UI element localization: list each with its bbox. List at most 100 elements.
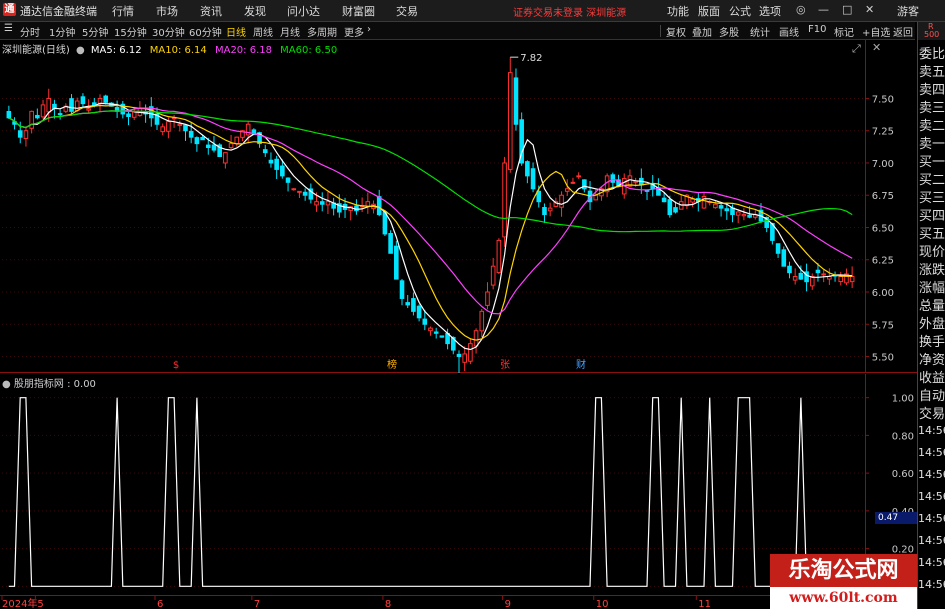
side-panel-item[interactable]: 收益 <box>919 367 945 386</box>
ma5-label: MA5: 6.12 <box>90 45 142 56</box>
menu-quotes[interactable]: 行情 <box>112 3 134 19</box>
menu-options[interactable]: 选项 <box>759 3 781 19</box>
period-daily[interactable]: 日线 <box>226 24 246 39</box>
candle-body <box>502 162 507 238</box>
close-icon[interactable]: ✕ <box>865 3 874 16</box>
app-logo-icon: 通 <box>3 3 16 16</box>
side-panel-item[interactable]: 买三 <box>919 187 945 206</box>
f10-button[interactable]: F10 <box>808 24 826 35</box>
candle-body <box>183 124 188 132</box>
candle-body <box>490 265 496 286</box>
ma5-line <box>8 102 853 351</box>
adjust-button[interactable]: 复权 <box>666 24 686 39</box>
period-15min[interactable]: 15分钟 <box>114 24 147 39</box>
candle-body <box>610 174 616 183</box>
side-panel-item[interactable]: 外盘 <box>919 313 945 332</box>
menu-formula[interactable]: 公式 <box>729 3 751 19</box>
watermark-logo: 乐淘公式网 <box>770 554 917 587</box>
side-panel-item[interactable]: 涨幅 <box>919 277 945 296</box>
period-monthly[interactable]: 月线 <box>280 24 300 39</box>
period-more[interactable]: 更多 <box>344 24 364 39</box>
back-button[interactable]: 返回 <box>893 24 913 39</box>
period-30min[interactable]: 30分钟 <box>152 24 185 39</box>
indicator-title[interactable]: 股朋指标网 : 0.00 <box>14 379 96 390</box>
side-panel-item[interactable]: 涨跌 <box>919 259 945 278</box>
date-label: 2024年 <box>2 597 37 609</box>
candle-body <box>530 168 536 190</box>
candle-body <box>582 179 587 190</box>
add-watchlist-button[interactable]: +自选 <box>862 24 890 39</box>
side-panel-item[interactable]: 卖五 <box>919 61 945 80</box>
candle-body <box>564 188 570 192</box>
candle-body <box>376 196 382 216</box>
draw-button[interactable]: 画线 <box>779 24 799 39</box>
side-panel-item[interactable]: 净资 <box>919 349 945 368</box>
chevron-right-icon[interactable]: › <box>367 24 371 35</box>
period-timeshare[interactable]: 分时 <box>20 24 40 39</box>
side-panel-item[interactable]: 买二 <box>919 169 945 188</box>
candle-body <box>485 291 490 306</box>
menu-functions[interactable]: 功能 <box>667 3 689 19</box>
candle-body <box>6 111 12 119</box>
side-panel-item[interactable]: 委比 <box>919 43 945 62</box>
candle-body <box>473 330 479 347</box>
app-title: 通达信金融终端 <box>20 5 97 18</box>
high-marker-label: 7.82 <box>520 53 542 64</box>
menu-news[interactable]: 资讯 <box>200 3 222 19</box>
menu-market[interactable]: 市场 <box>156 3 178 19</box>
overlay-button[interactable]: 叠加 <box>692 24 712 39</box>
trade-time: 14:56 <box>918 578 945 591</box>
stock-title[interactable]: 深圳能源(日线) <box>2 45 70 56</box>
login-status[interactable]: 证券交易未登录 深圳能源 <box>513 4 626 19</box>
period-60min[interactable]: 60分钟 <box>189 24 222 39</box>
menu-discover[interactable]: 发现 <box>244 3 266 19</box>
settings-icon[interactable]: ● <box>76 45 85 56</box>
period-multi[interactable]: 多周期 <box>307 24 337 39</box>
ma60-line <box>8 110 853 233</box>
list-icon[interactable]: ☰ <box>4 23 13 34</box>
guest-label[interactable]: 游客 <box>897 3 919 19</box>
candle-body <box>177 123 183 126</box>
side-panel-item[interactable]: 总量 <box>919 295 945 314</box>
period-weekly[interactable]: 周线 <box>253 24 273 39</box>
side-panel-item[interactable]: 自动 <box>919 385 945 404</box>
expand-icon[interactable]: ⤢ <box>852 42 861 56</box>
candle-body <box>297 190 302 193</box>
date-label: 7 <box>254 599 260 609</box>
help-icon[interactable]: ◎ <box>796 3 806 16</box>
candle-body <box>536 190 542 203</box>
stats-button[interactable]: 统计 <box>750 24 770 39</box>
side-panel-item[interactable]: 买一 <box>919 151 945 170</box>
candle-body <box>188 130 194 138</box>
side-panel-item[interactable]: 卖一 <box>919 133 945 152</box>
candle-body <box>92 102 97 106</box>
multi-stock-button[interactable]: 多股 <box>719 24 739 39</box>
side-panel-item[interactable]: 买四 <box>919 205 945 224</box>
mark-button[interactable]: 标记 <box>834 24 854 39</box>
side-panel-item[interactable]: 卖三 <box>919 97 945 116</box>
side-panel-item[interactable]: 交易 <box>919 403 945 422</box>
candle-body <box>17 130 23 138</box>
side-panel-item[interactable]: 卖二 <box>919 115 945 134</box>
menu-trade[interactable]: 交易 <box>396 3 418 19</box>
side-panel-item[interactable]: 买五 <box>919 223 945 242</box>
period-5min[interactable]: 5分钟 <box>82 24 108 39</box>
side-panel-item[interactable]: 卖四 <box>919 79 945 98</box>
indicator-settings-icon[interactable]: ● <box>2 379 11 390</box>
menu-ask[interactable]: 问小达 <box>287 3 320 19</box>
event-tag: 财 <box>576 358 586 371</box>
maximize-icon[interactable]: □ <box>842 3 852 16</box>
close-chart-icon[interactable]: ✕ <box>872 41 881 54</box>
menu-wealth[interactable]: 财富圈 <box>342 3 375 19</box>
price-chart[interactable]: 5.50 5.75 6.00 6.25 6.50 6.75 7.00 7.25 7.50 7.82… <box>0 40 917 373</box>
side-panel-item[interactable]: 换手 <box>919 331 945 350</box>
side-panel-item[interactable]: 现价 <box>919 241 945 260</box>
menu-layout[interactable]: 版面 <box>698 3 720 19</box>
candle-body <box>416 305 422 319</box>
minimize-icon[interactable]: — <box>818 3 829 16</box>
date-label: 5 <box>37 599 43 609</box>
candle-body <box>462 353 467 363</box>
period-1min[interactable]: 1分钟 <box>49 24 75 39</box>
candle-body <box>496 239 502 274</box>
event-tag: $ <box>173 360 179 371</box>
